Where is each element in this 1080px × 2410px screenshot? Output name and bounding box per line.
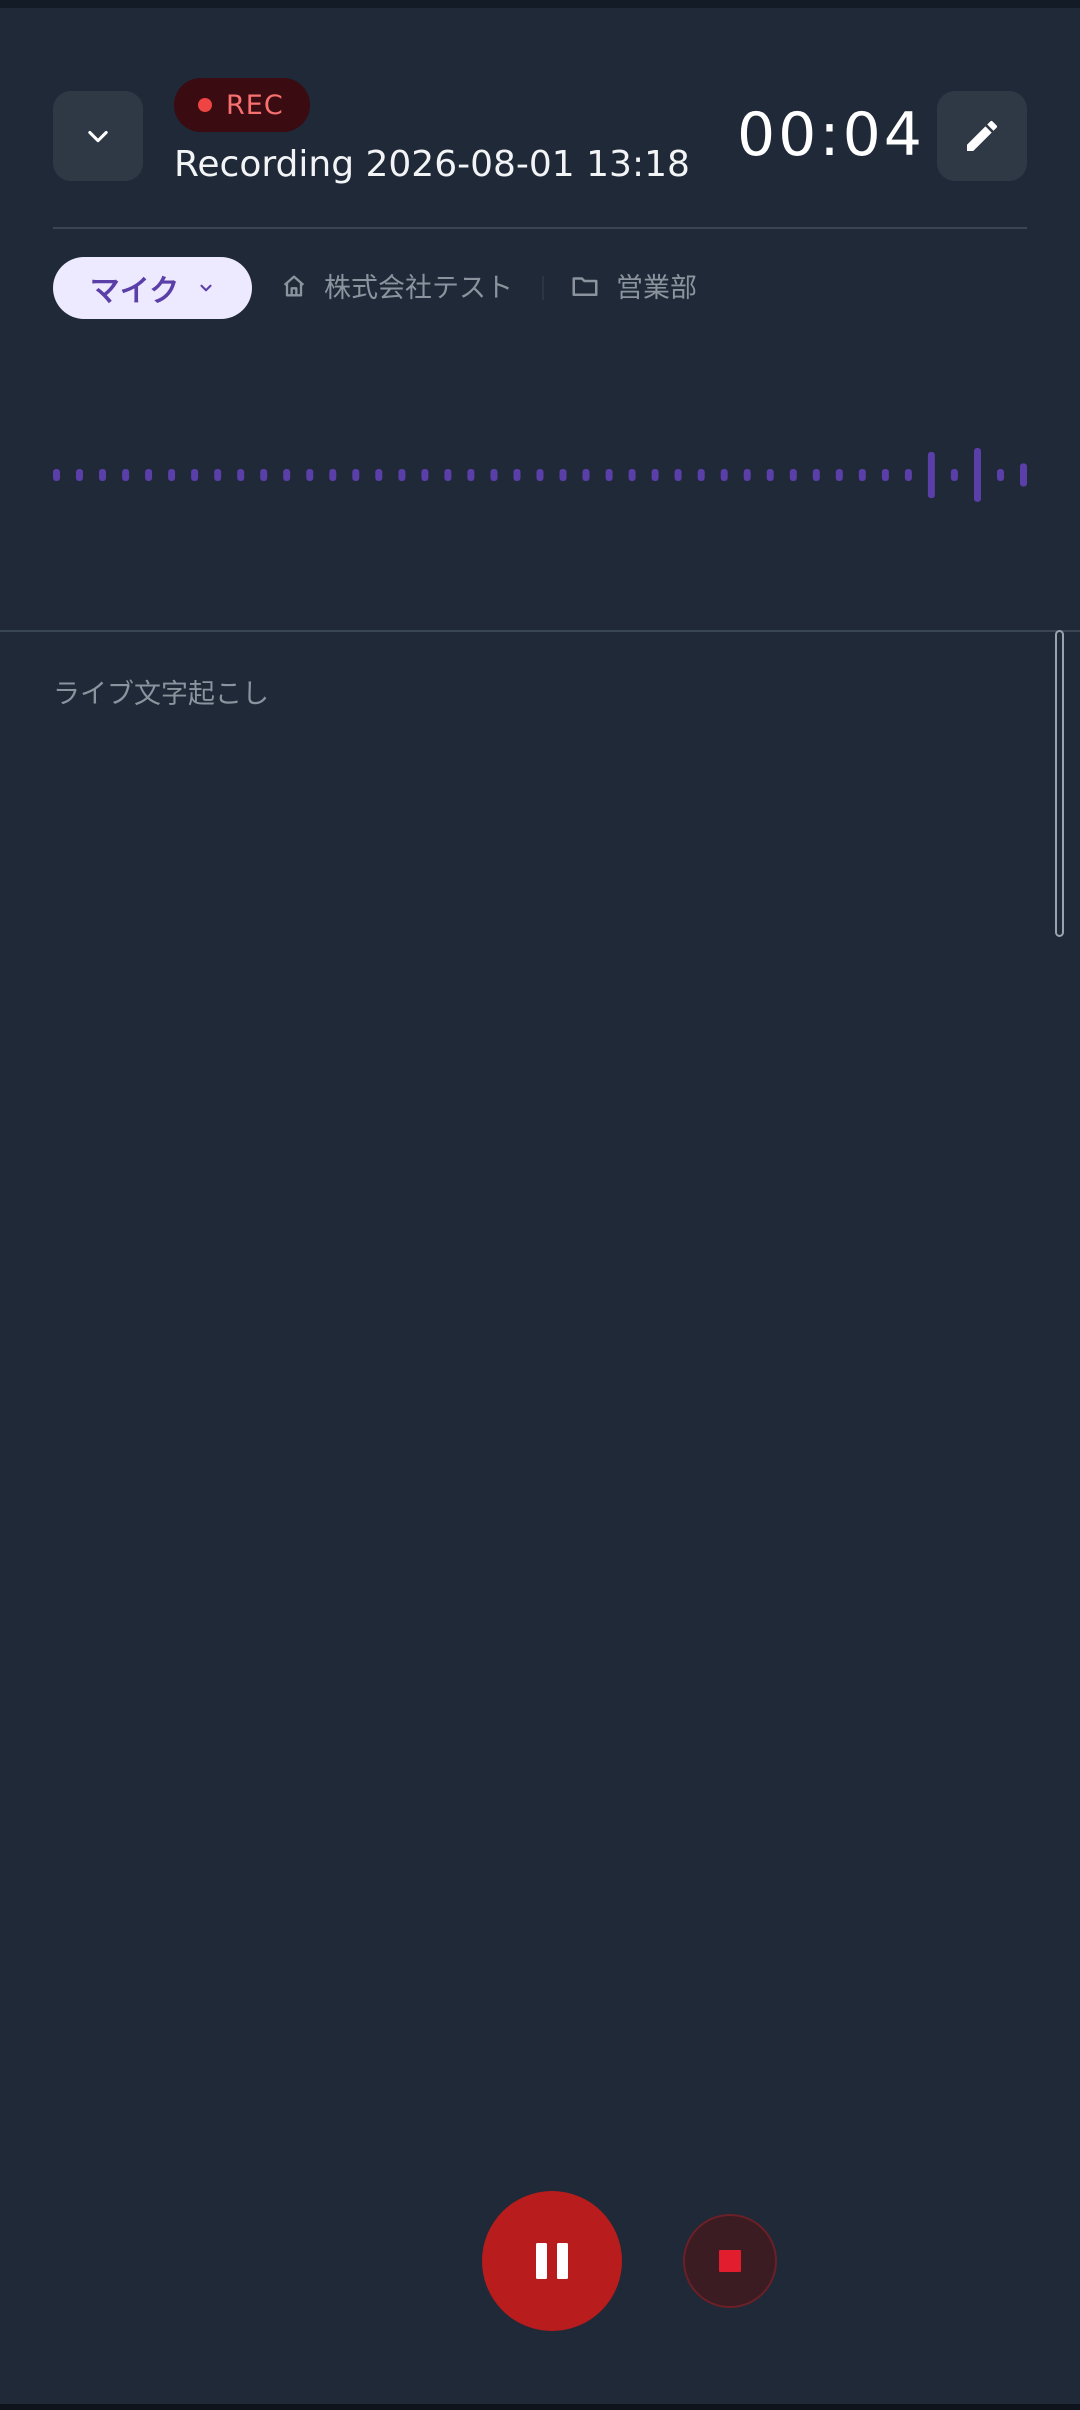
- breadcrumb-separator: [542, 276, 544, 300]
- waveform-bar: [260, 469, 268, 481]
- waveform-bar: [605, 469, 613, 481]
- waveform-bar: [306, 469, 314, 481]
- waveform-bar: [513, 469, 521, 481]
- pencil-icon: [967, 120, 998, 151]
- waveform-bar: [421, 469, 429, 481]
- waveform-bar: [858, 469, 866, 481]
- folder-icon: [572, 276, 598, 296]
- navigation-strip: [0, 2404, 1080, 2410]
- waveform-bar: [904, 469, 912, 481]
- mic-source-selector[interactable]: マイク: [53, 257, 252, 319]
- header-divider: [53, 227, 1027, 229]
- waveform-bar: [122, 469, 130, 481]
- waveform-bar: [812, 469, 820, 481]
- waveform-bar: [674, 469, 682, 481]
- stop-icon: [719, 2250, 741, 2272]
- waveform-bar: [651, 469, 659, 481]
- waveform-bar: [536, 469, 544, 481]
- waveform-bar: [375, 469, 383, 481]
- edit-button[interactable]: [937, 91, 1027, 181]
- waveform-bar: [76, 469, 83, 481]
- waveform-bar: [720, 469, 728, 481]
- waveform-bar: [743, 469, 751, 481]
- home-icon: [283, 275, 305, 296]
- waveform-bar: [444, 469, 452, 481]
- waveform-bar: [283, 469, 291, 481]
- waveform-bar: [1020, 463, 1027, 487]
- waveform-bar: [191, 469, 199, 481]
- department-label: 営業部: [616, 273, 697, 304]
- audio-waveform: [53, 448, 1027, 502]
- recording-title: Recording 2026-08-01 13:18: [174, 144, 690, 185]
- live-transcript-label: ライブ文字起こし: [53, 679, 269, 710]
- transcript-scrollbar[interactable]: [1055, 630, 1064, 937]
- waveform-bar: [582, 469, 590, 481]
- breadcrumb-company[interactable]: 株式会社テスト: [280, 266, 513, 305]
- rec-dot-icon: [198, 98, 212, 112]
- waveform-bar: [99, 469, 106, 481]
- mic-label: マイク: [89, 274, 180, 309]
- waveform-bar: [881, 469, 889, 481]
- section-divider: [0, 630, 1080, 632]
- breadcrumb-department[interactable]: 営業部: [570, 266, 697, 305]
- recording-timer: 00:04: [737, 100, 925, 170]
- waveform-bar: [237, 469, 245, 481]
- waveform-bar: [467, 469, 475, 481]
- rec-label: REC: [226, 89, 284, 121]
- waveform-bar: [997, 469, 1004, 481]
- waveform-bar: [329, 469, 337, 481]
- waveform-bar: [835, 469, 843, 481]
- waveform-bar: [950, 469, 958, 481]
- waveform-bar: [168, 469, 176, 481]
- waveform-bar: [927, 451, 935, 499]
- waveform-bar: [974, 448, 981, 502]
- waveform-bar: [789, 469, 797, 481]
- pause-button[interactable]: [482, 2191, 622, 2331]
- waveform-bar: [53, 469, 60, 481]
- waveform-bar: [145, 469, 153, 481]
- waveform-bar: [352, 469, 360, 481]
- chevron-down-icon: [88, 130, 108, 143]
- waveform-bar: [214, 469, 222, 481]
- stop-button[interactable]: [683, 2214, 777, 2308]
- chevron-down-icon: [197, 279, 215, 297]
- status-strip: [0, 0, 1080, 8]
- collapse-button[interactable]: [53, 91, 143, 181]
- waveform-bar: [490, 469, 498, 481]
- waveform-bar: [766, 469, 774, 481]
- company-label: 株式会社テスト: [324, 273, 513, 304]
- rec-badge: REC: [174, 78, 310, 132]
- pause-icon: [536, 2243, 568, 2279]
- waveform-bar: [559, 469, 567, 481]
- waveform-bar: [398, 469, 406, 481]
- waveform-bar: [628, 469, 636, 481]
- waveform-bar: [697, 469, 705, 481]
